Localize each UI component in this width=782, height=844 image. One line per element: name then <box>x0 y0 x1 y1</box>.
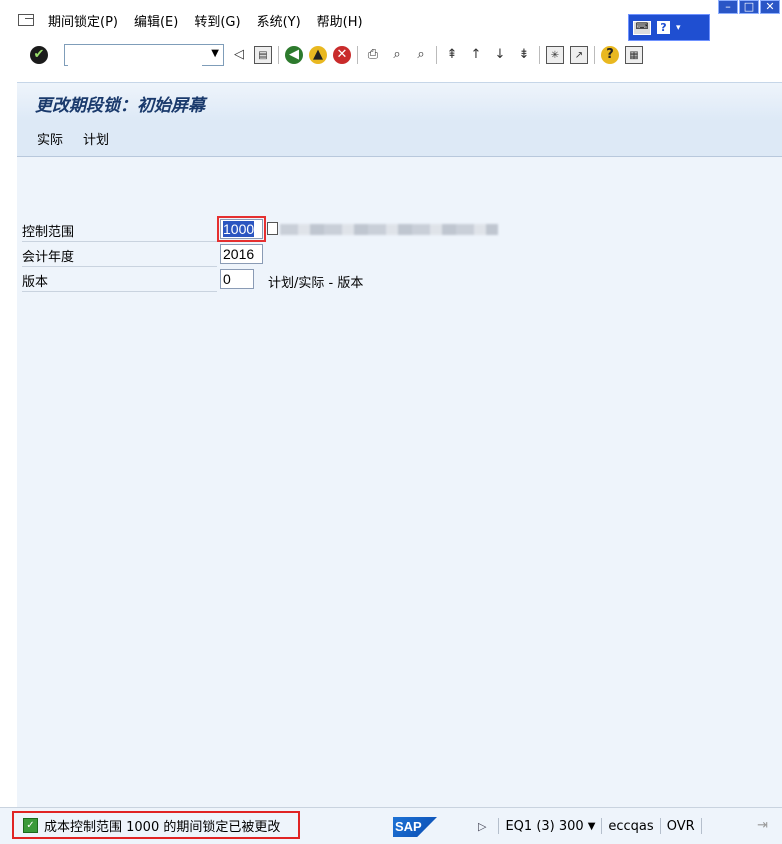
value-help-icon[interactable] <box>267 222 278 235</box>
find-next-icon[interactable]: ⌕ <box>412 46 430 64</box>
dropdown-icon[interactable]: ▾ <box>676 23 681 33</box>
menu-period-lock[interactable]: 期间锁定(P) <box>48 11 118 30</box>
help-icon[interactable]: ? <box>601 46 619 64</box>
content-area: 控制范围 1000 会计年度 2016 版本 0 计划/实际 - 版本 <box>17 157 782 807</box>
find-icon[interactable]: ⌕ <box>388 46 406 64</box>
system-dropdown-icon[interactable]: ▼ <box>588 821 596 832</box>
system-id: EQ1 (3) 300 <box>505 818 584 834</box>
menu-bar: 期间锁定(P) 编辑(E) 转到(G) 系统(Y) 帮助(H) <box>0 0 620 40</box>
separator <box>601 818 603 834</box>
page-title: 更改期段锁：初始屏幕 <box>35 96 205 116</box>
separator <box>498 818 500 834</box>
customize-layout-box: ⌨ ? ▾ <box>628 14 710 41</box>
menu-edit[interactable]: 编辑(E) <box>134 11 178 30</box>
controlling-area-row: 控制范围 1000 <box>22 216 522 242</box>
fiscal-year-row: 会计年度 2016 <box>22 242 522 267</box>
shortcut-icon[interactable]: ↗ <box>570 46 588 64</box>
version-row: 版本 0 计划/实际 - 版本 <box>22 267 522 292</box>
fiscal-year-field[interactable]: 2016 <box>220 244 263 264</box>
success-check-icon: ✓ <box>23 817 38 833</box>
command-field[interactable]: ▼ <box>64 44 224 66</box>
controlling-area-label: 控制范围 <box>22 221 217 242</box>
first-page-icon[interactable]: ⇞ <box>443 46 461 64</box>
menu-exit-icon[interactable] <box>18 14 34 26</box>
back-nav-icon[interactable]: ◀ <box>285 46 303 64</box>
status-message-text: 成本控制范围 1000 的期间锁定已被更改 <box>44 819 281 835</box>
status-bar: ✓ 成本控制范围 1000 的期间锁定已被更改 SAP ▷ EQ1 (3) 30… <box>0 807 782 844</box>
chevron-down-icon[interactable]: ▼ <box>211 48 219 59</box>
layout-icon[interactable]: ▦ <box>625 46 643 64</box>
status-options-icon[interactable]: ⇥ <box>757 818 768 833</box>
plan-button[interactable]: 计划 <box>83 129 109 148</box>
new-session-icon[interactable]: ✳ <box>546 46 564 64</box>
menu-system[interactable]: 系统(Y) <box>257 11 301 30</box>
separator <box>539 46 540 64</box>
server-name: eccqas <box>608 818 654 834</box>
help-question-icon[interactable]: ? <box>657 21 670 34</box>
cancel-icon[interactable]: ✕ <box>333 46 351 64</box>
separator <box>659 818 661 834</box>
maximize-icon[interactable]: □ <box>739 0 759 14</box>
minimize-icon[interactable]: – <box>718 0 738 14</box>
prev-page-icon[interactable]: ↑ <box>467 46 485 64</box>
controlling-area-description-redacted <box>280 224 498 235</box>
separator <box>700 818 702 834</box>
back-icon[interactable]: ◁ <box>230 46 248 64</box>
print-icon[interactable]: ⎙ <box>364 46 382 64</box>
expand-status-icon[interactable]: ▷ <box>478 820 486 833</box>
version-label: 版本 <box>22 271 217 292</box>
version-field[interactable]: 0 <box>220 269 254 289</box>
menu-goto[interactable]: 转到(G) <box>194 11 240 30</box>
status-message[interactable]: ✓ 成本控制范围 1000 的期间锁定已被更改 <box>12 811 300 839</box>
sap-logo: SAP <box>393 817 437 837</box>
enter-icon[interactable]: ✔ <box>30 46 48 64</box>
insert-mode[interactable]: OVR <box>667 819 695 834</box>
separator <box>594 46 595 64</box>
actual-button[interactable]: 实际 <box>37 129 63 148</box>
system-info: ▷ EQ1 (3) 300 ▼ eccqas OVR <box>478 818 708 834</box>
fiscal-year-label: 会计年度 <box>22 246 217 267</box>
last-page-icon[interactable]: ⇟ <box>515 46 533 64</box>
keyboard-icon[interactable]: ⌨ <box>633 20 651 35</box>
version-description: 计划/实际 - 版本 <box>268 276 364 291</box>
next-page-icon[interactable]: ↓ <box>491 46 509 64</box>
window-controls: – □ ✕ <box>718 0 780 14</box>
application-toolbar: 实际 计划 <box>17 120 782 157</box>
save-icon[interactable]: ▤ <box>254 46 272 64</box>
separator <box>436 46 437 64</box>
exit-icon[interactable]: ▲ <box>309 46 327 64</box>
menu-help[interactable]: 帮助(H) <box>317 11 363 30</box>
controlling-area-field[interactable]: 1000 <box>217 216 266 242</box>
close-icon[interactable]: ✕ <box>760 0 780 14</box>
controlling-area-value: 1000 <box>223 221 255 237</box>
separator <box>278 46 279 64</box>
separator <box>357 46 358 64</box>
title-bar: 更改期段锁：初始屏幕 <box>17 82 782 121</box>
standard-toolbar: ✔ ▼ ◁ ▤ ◀ ▲ ✕ ⎙ ⌕ ⌕ ⇞ ↑ ↓ ⇟ ✳ ↗ ? ▦ <box>0 40 782 70</box>
command-input[interactable] <box>68 46 202 66</box>
